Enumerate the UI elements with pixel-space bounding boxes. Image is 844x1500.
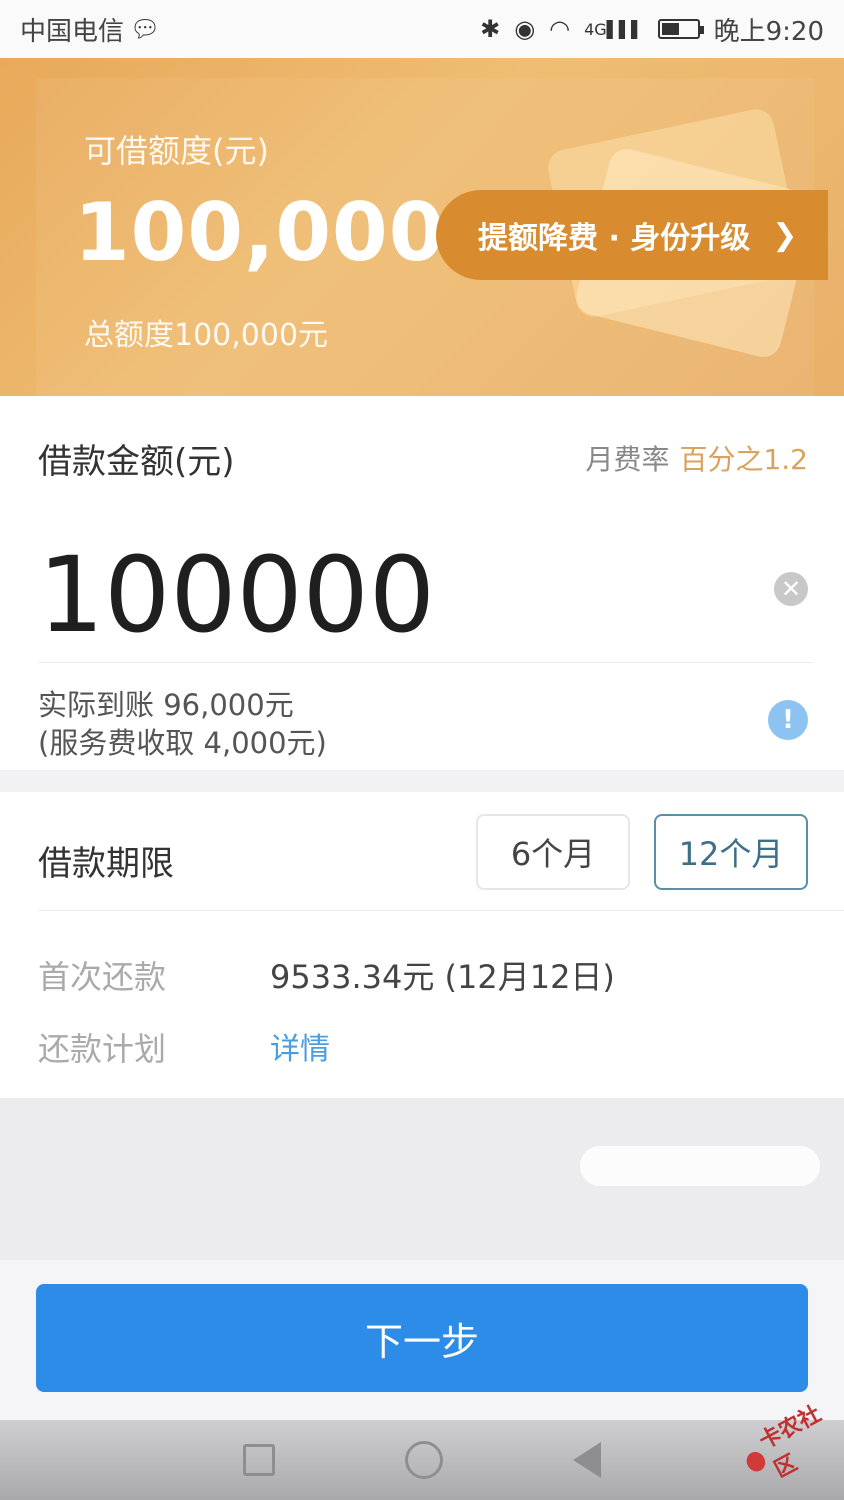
eye-icon: ◉ (514, 15, 536, 43)
loan-amount-title: 借款金额(元) (38, 442, 235, 482)
divider (38, 662, 814, 663)
credit-banner: 可借额度(元) 100,000 总额度100,000元 提额降费 · 身份升级 … (0, 58, 844, 396)
wifi-icon: ◠ (549, 15, 571, 43)
service-fee-text: (服务费收取 4,000元) (38, 726, 327, 760)
status-bar: 中国电信 💬︎ ✱ ◉ ◠ 4G▌▌▌ 晚上9:20 (0, 0, 844, 58)
network-type: 4G (584, 19, 607, 39)
blur-smudge (580, 1146, 820, 1186)
chat-bubble-icon: 💬︎ (130, 15, 161, 43)
total-limit-text: 总额度100,000元 (84, 318, 329, 353)
next-step-button[interactable]: 下一步 (36, 1284, 808, 1392)
clear-icon[interactable]: ✕ (774, 572, 808, 606)
repayment-plan-details-link[interactable]: 详情 (270, 1024, 330, 1068)
upgrade-button-label: 提额降费 · 身份升级 (478, 221, 751, 256)
back-icon[interactable] (573, 1442, 601, 1478)
first-payment-label: 首次还款 (38, 958, 167, 996)
term-option-6-months[interactable]: 6个月 (476, 814, 630, 890)
system-nav-bar (0, 1420, 844, 1500)
battery-icon (657, 19, 704, 39)
repayment-plan-label: 还款计划 (38, 1030, 167, 1068)
monthly-rate-label: 月费率 (585, 443, 670, 476)
chevron-right-icon: ❯ (772, 217, 798, 253)
bluetooth-icon: ✱ (480, 15, 501, 43)
loan-term-section: 借款期限 6个月 12个月 首次还款 9533.34元 (12月12日) 还款计… (0, 792, 844, 1098)
monthly-rate-value: 百分之1.2 (679, 443, 808, 476)
status-left: 中国电信 💬︎ (20, 11, 160, 48)
signal-icon: 4G▌▌▌ (584, 19, 644, 39)
recent-apps-icon[interactable] (243, 1444, 275, 1476)
clock: 晚上9:20 (713, 16, 824, 47)
home-icon[interactable] (405, 1441, 443, 1479)
carrier-name: 中国电信 (20, 16, 125, 47)
battery-level (661, 23, 679, 35)
divider (38, 910, 844, 911)
term-option-12-months[interactable]: 12个月 (654, 814, 808, 890)
upgrade-button[interactable]: 提额降费 · 身份升级 ❯ (436, 190, 828, 280)
blank-area (0, 1098, 844, 1260)
status-right: ✱ ◉ ◠ 4G▌▌▌ 晚上9:20 (480, 11, 824, 48)
actual-received-text: 实际到账 96,000元 (38, 688, 294, 722)
loan-amount-section: 借款金额(元) 月费率百分之1.2 ✕ 实际到账 96,000元 (服务费收取 … (0, 396, 844, 770)
info-icon[interactable]: ! (768, 700, 808, 740)
loan-term-title: 借款期限 (38, 844, 174, 884)
monthly-rate: 月费率 百分之1.2 (585, 438, 808, 478)
available-limit-amount: 100,000 (74, 186, 446, 279)
first-payment-value: 9533.34元 (12月12日) (270, 958, 615, 996)
bottom-bar: 下一步 (0, 1260, 844, 1420)
available-limit-label: 可借额度(元) (84, 132, 269, 170)
loan-amount-input[interactable] (38, 534, 638, 656)
